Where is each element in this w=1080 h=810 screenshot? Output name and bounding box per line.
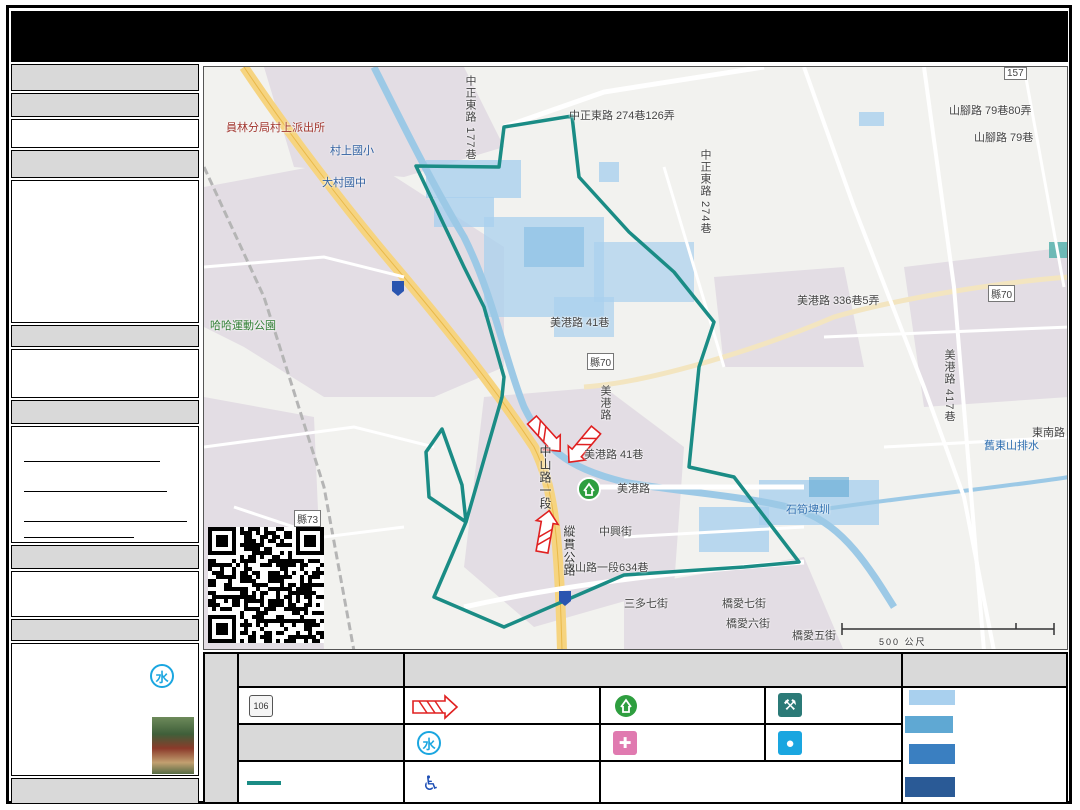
title-bar <box>11 11 1068 62</box>
depth-swatch-3 <box>909 744 955 764</box>
legend-depth-cell <box>902 687 1067 803</box>
water-station-icon: 水 <box>150 664 174 688</box>
legend-header-2 <box>404 653 902 687</box>
scale-label: 500 公尺 <box>879 637 927 647</box>
blank-line <box>24 491 167 492</box>
road-label: 三多七街 <box>624 598 668 610</box>
legend-header-3 <box>902 653 1067 687</box>
route-label: 縣70 <box>988 285 1016 302</box>
water-station-icon: 水 <box>417 731 441 755</box>
legend-route-cell: 106 <box>238 687 404 724</box>
road-label: 橋愛七街 <box>722 598 766 610</box>
depth-swatch-4 <box>905 777 955 797</box>
sidebar-header-4 <box>11 325 199 347</box>
legend-water-cell: 水 <box>404 724 600 761</box>
legend-medical-cell: ✚ <box>600 724 765 761</box>
road-label: 美港路 41巷 <box>584 449 644 461</box>
shelter-marker <box>577 477 601 501</box>
sidebar-cell-5 <box>11 571 199 617</box>
helper-icon: ⚒ <box>778 693 802 717</box>
legend-subheader <box>238 724 404 761</box>
medical-icon: ✚ <box>613 731 637 755</box>
legend-arrow-cell <box>404 687 600 724</box>
sidebar-cell-1 <box>11 119 199 148</box>
shelter-photo <box>152 717 194 774</box>
road-label: 山腳路 79巷 <box>974 132 1034 144</box>
sidebar: 水 <box>11 64 199 804</box>
route-label: 縣70 <box>587 353 615 370</box>
route-label: 157 <box>1004 67 1027 80</box>
road-label: 山腳路 79巷80弄 <box>949 105 1032 117</box>
scale-bar <box>841 623 1055 635</box>
sidebar-header-3 <box>11 150 199 178</box>
qr-pattern <box>208 527 324 643</box>
road-label: 美港路 <box>599 385 611 421</box>
legend-header-1 <box>238 653 404 687</box>
sidebar-cell-2 <box>11 180 199 323</box>
school-label: 村上國小 <box>330 145 374 157</box>
road-label: 縱貫公路 <box>562 525 576 577</box>
route-label: 縣73 <box>294 510 322 527</box>
qr-code[interactable] <box>208 527 324 643</box>
river-label: 石筍埤圳 <box>786 504 830 516</box>
police-label: 員林分局村上派出所 <box>226 122 325 134</box>
accessible-icon: ♿ <box>422 772 440 795</box>
boundary-line-icon <box>247 781 281 785</box>
nursing-room-icon: ● <box>778 731 802 755</box>
road-label: 中山路一段 <box>538 445 552 510</box>
sidebar-header-1 <box>11 64 199 91</box>
road-label: 橋愛五街 <box>792 630 836 642</box>
legend-accessible-cell: ♿ <box>404 761 600 803</box>
sidebar-header-5 <box>11 400 199 424</box>
road-label: 東南路 <box>1032 427 1065 439</box>
route-sign-icon: 106 <box>249 695 273 717</box>
legend-shelter-cell <box>600 687 765 724</box>
depth-swatch-2 <box>905 716 953 733</box>
shelter-icon <box>615 695 637 717</box>
evacuation-arrow-icon <box>412 694 459 720</box>
road-label: 橋愛六街 <box>726 618 770 630</box>
park-label: 哈哈運動公園 <box>210 320 276 332</box>
sidebar-cell-4 <box>11 426 199 543</box>
legend-baby-cell: ● <box>765 724 902 761</box>
blank-line <box>24 521 187 522</box>
legend-side-header <box>204 653 238 803</box>
depth-swatch-1 <box>909 690 955 705</box>
road-label: 美港路 417巷 <box>943 349 955 423</box>
sidebar-header-2 <box>11 93 199 117</box>
sidebar-header-6 <box>11 545 199 569</box>
legend-boundary-cell <box>238 761 404 803</box>
school-label: 大村國中 <box>322 177 366 189</box>
road-label: 中興街 <box>599 526 632 538</box>
road-label: 美港路 41巷 <box>550 317 610 329</box>
sidebar-header-7 <box>11 619 199 641</box>
road-label: 美港路 <box>617 483 650 495</box>
legend-panel: 106 ⚒ 水 ✚ ● ♿ <box>203 652 1068 804</box>
sidebar-cell-3 <box>11 349 199 398</box>
road-label: 中正東路 274巷126弄 <box>569 110 675 122</box>
legend-help-cell: ⚒ <box>765 687 902 724</box>
flood-map[interactable]: 員林分局村上派出所 村上國小 大村國中 哈哈運動公園 中正東路 274巷126弄… <box>203 66 1068 650</box>
road-label: 美港路 336巷5弄 <box>797 295 880 307</box>
sidebar-cell-6: 水 <box>11 643 199 776</box>
river-label: 舊東山排水 <box>984 440 1039 452</box>
blank-line <box>24 537 134 538</box>
sidebar-header-8 <box>11 778 199 804</box>
blank-line <box>24 461 160 462</box>
legend-empty-cell <box>600 761 902 803</box>
road-label: 中正東路 274巷 <box>699 149 711 235</box>
road-label: 中正東路 177巷 <box>464 75 476 161</box>
